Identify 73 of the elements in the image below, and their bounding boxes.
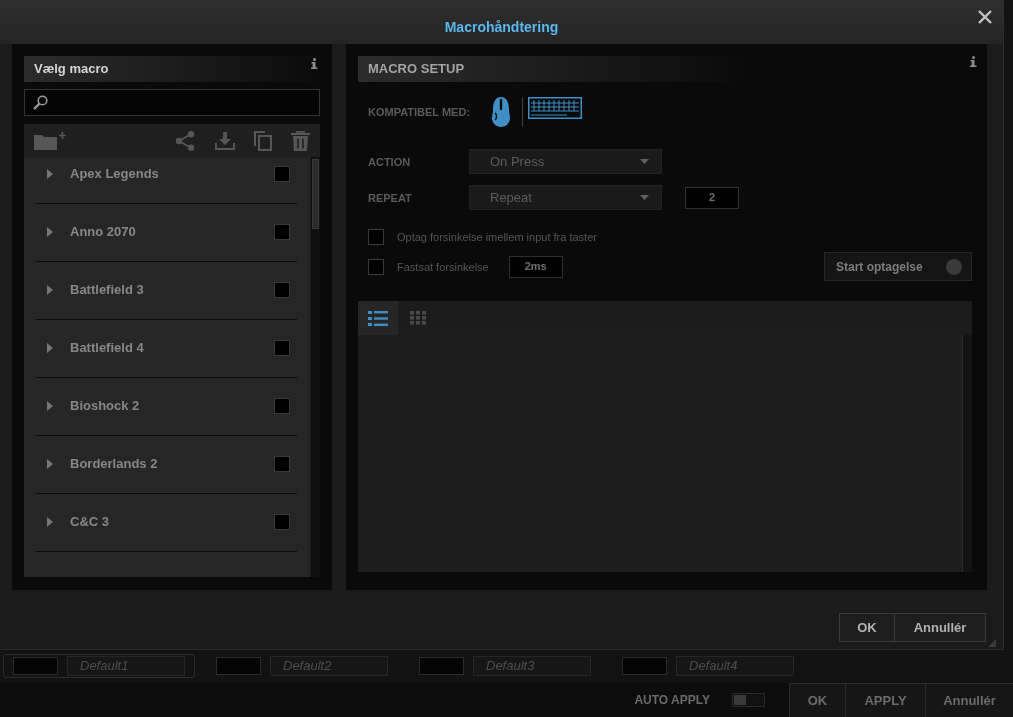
caret-right-icon[interactable]: [47, 285, 53, 295]
caret-down-icon: [640, 159, 649, 164]
list-view-icon: [368, 310, 388, 326]
grid-view-icon: [410, 311, 426, 325]
scrollbar-thumb[interactable]: [312, 159, 319, 229]
checkbox[interactable]: [274, 340, 290, 356]
checkbox[interactable]: [274, 514, 290, 530]
ok-button[interactable]: OK: [839, 613, 895, 642]
macro-list-item[interactable]: Battlefield 4: [36, 331, 297, 378]
option-label: Optag forsinkelse imellem input fra taster: [397, 230, 597, 244]
mouse-icon: [492, 97, 510, 127]
cancel-button[interactable]: Annullér: [895, 613, 986, 642]
cancel-button[interactable]: Annullér: [925, 683, 1013, 717]
caret-right-icon[interactable]: [47, 517, 53, 527]
info-icon: [970, 56, 977, 67]
checkbox[interactable]: [274, 166, 290, 182]
profile-icon: [419, 657, 464, 675]
repeat-dropdown[interactable]: Repeat: [469, 185, 662, 210]
action-dropdown[interactable]: On Press: [469, 149, 662, 174]
caret-right-icon[interactable]: [47, 459, 53, 469]
repeat-count-field[interactable]: 2: [685, 186, 739, 209]
delay-field[interactable]: 2ms: [508, 255, 563, 278]
caret-down-icon: [640, 195, 649, 200]
macro-name: Apex Legends: [70, 165, 159, 183]
macro-name: Battlefield 3: [70, 281, 144, 299]
close-button[interactable]: [978, 10, 992, 24]
macro-list-item[interactable]: Battlefield 3: [36, 273, 297, 320]
search-field[interactable]: [24, 89, 320, 116]
macro-name: Bioshock 2: [70, 397, 140, 415]
macro-list-item[interactable]: Anno 2070: [36, 215, 297, 262]
macro-name: C&C 3: [70, 513, 109, 531]
caret-right-icon[interactable]: [47, 343, 53, 353]
auto-apply-toggle[interactable]: [732, 693, 765, 707]
close-icon: [978, 10, 992, 24]
download-icon[interactable]: [215, 131, 235, 150]
trash-icon[interactable]: [291, 130, 310, 151]
record-button[interactable]: Start optagelse: [824, 252, 972, 281]
macro-list-item[interactable]: Bioshock 2: [36, 389, 297, 436]
checkbox[interactable]: [274, 398, 290, 414]
keyboard-icon: [528, 97, 582, 119]
macro-name: Battlefield 4: [70, 339, 144, 357]
field-label: KOMPATIBEL MED:: [368, 105, 472, 119]
apply-button[interactable]: APPLY: [845, 683, 925, 717]
dialog-title: Macrohåndtering: [444, 18, 559, 36]
macro-name: Anno 2070: [70, 223, 136, 241]
checkbox[interactable]: [274, 224, 290, 240]
resize-grip-icon[interactable]: [988, 639, 996, 647]
record-icon: [946, 258, 962, 275]
caret-right-icon[interactable]: [47, 401, 53, 411]
caret-right-icon[interactable]: [47, 169, 53, 179]
share-icon[interactable]: [175, 130, 195, 151]
macro-list-item[interactable]: Apex Legends: [36, 157, 297, 204]
profile-icon: [622, 657, 667, 675]
option-label: Fastsat forsinkelse: [397, 259, 489, 274]
ok-button[interactable]: OK: [789, 683, 845, 717]
copy-icon[interactable]: [254, 130, 272, 151]
folder-add-icon[interactable]: [34, 131, 66, 150]
macro-list-item[interactable]: C&C 3: [36, 505, 297, 552]
checkbox[interactable]: [274, 456, 290, 472]
checkbox[interactable]: [368, 258, 384, 275]
info-icon: [311, 58, 318, 69]
macro-list-item[interactable]: Borderlands 2: [36, 447, 297, 494]
search-icon: [33, 95, 48, 110]
profile-icon: [13, 657, 58, 675]
list-view-tab[interactable]: [358, 301, 398, 335]
macro-name: Borderlands 2: [70, 455, 158, 473]
field-label: REPEAT: [368, 190, 413, 205]
profile-icon: [216, 657, 261, 675]
caret-right-icon[interactable]: [47, 227, 53, 237]
checkbox[interactable]: [368, 229, 384, 245]
checkbox[interactable]: [274, 282, 290, 298]
auto-apply-label: AUTO APPLY: [634, 692, 710, 709]
field-label: ACTION: [368, 154, 412, 169]
